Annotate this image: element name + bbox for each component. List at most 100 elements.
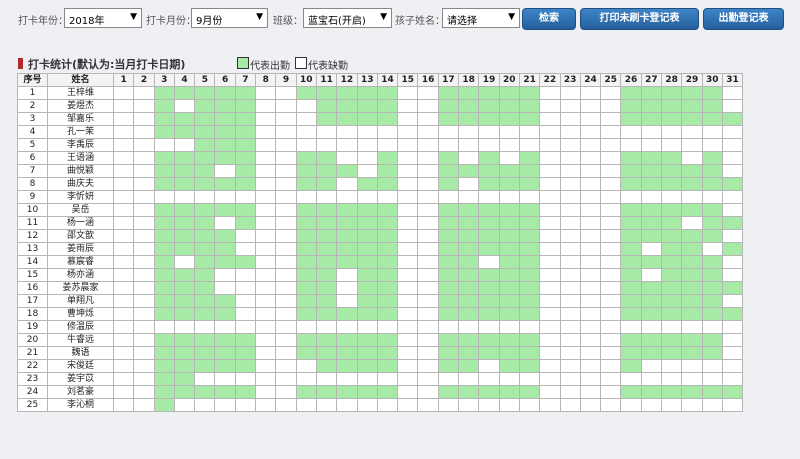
year-select[interactable]: 2018年 ▼: [64, 8, 142, 28]
attendance-cell-present: [437, 99, 460, 113]
attendance-cell-absent: [681, 398, 703, 412]
attendance-cell-absent: [539, 385, 561, 399]
attendance-cell-absent: [255, 359, 277, 373]
student-name: 宋俊廷: [47, 359, 114, 373]
table-row: 17 单翔凡: [17, 294, 744, 308]
attendance-cell-absent: [721, 138, 744, 152]
attendance-cell-absent: [376, 138, 399, 152]
attendance-cell-absent: [681, 125, 703, 139]
col-header-day-14: 14: [376, 73, 399, 87]
attendance-cell-absent: [579, 268, 602, 282]
class-select-value: 蓝宝石(开启): [308, 16, 366, 27]
attendance-cell-present: [194, 86, 216, 100]
attendance-cell-present: [478, 86, 500, 100]
print-missing-card-button[interactable]: 打印未刷卡登记表: [580, 8, 699, 30]
attendance-cell-absent: [112, 372, 135, 386]
attendance-cell-present: [498, 112, 520, 126]
attendance-register-button[interactable]: 出勤登记表: [703, 8, 784, 30]
attendance-cell-present: [640, 203, 663, 217]
attendance-cell-absent: [559, 125, 581, 139]
attendance-cell-absent: [478, 138, 500, 152]
attendance-cell-present: [376, 177, 399, 191]
attendance-cell-present: [234, 99, 257, 113]
table-row: 6 王语涵: [17, 151, 744, 165]
attendance-cell-absent: [579, 164, 602, 178]
search-button[interactable]: 检索: [522, 8, 576, 30]
attendance-cell-absent: [336, 138, 358, 152]
attendance-cell-absent: [681, 359, 703, 373]
attendance-cell-absent: [234, 372, 257, 386]
attendance-cell-present: [640, 151, 663, 165]
year-select-value: 2018年: [69, 16, 105, 27]
attendance-cell-absent: [255, 99, 277, 113]
legend-absent-label: 代表缺勤: [308, 61, 348, 72]
row-index: 17: [17, 294, 48, 308]
attendance-cell-absent: [478, 255, 500, 269]
attendance-cell-absent: [437, 320, 460, 334]
attendance-cell-absent: [275, 307, 297, 321]
attendance-cell-present: [701, 229, 723, 243]
attendance-cell-absent: [600, 242, 622, 256]
attendance-cell-present: [173, 229, 196, 243]
attendance-cell-absent: [701, 125, 723, 139]
attendance-cell-present: [194, 307, 216, 321]
attendance-cell-absent: [539, 177, 561, 191]
attendance-cell-absent: [275, 216, 297, 230]
attendance-cell-absent: [356, 164, 378, 178]
attendance-cell-present: [640, 177, 663, 191]
attendance-cell-present: [315, 203, 338, 217]
attendance-cell-present: [661, 86, 683, 100]
attendance-cell-absent: [112, 151, 135, 165]
attendance-cell-present: [194, 216, 216, 230]
attendance-cell-present: [640, 112, 663, 126]
student-name: 魏语: [47, 346, 114, 360]
attendance-cell-absent: [356, 138, 378, 152]
attendance-cell-absent: [315, 190, 338, 204]
attendance-cell-present: [214, 138, 236, 152]
col-header-day-15: 15: [397, 73, 419, 87]
attendance-cell-absent: [112, 112, 135, 126]
attendance-cell-present: [721, 112, 744, 126]
row-index: 2: [17, 99, 48, 113]
attendance-cell-present: [214, 125, 236, 139]
student-name: 姜宇苡: [47, 372, 114, 386]
attendance-cell-present: [437, 151, 460, 165]
attendance-cell-present: [437, 294, 460, 308]
attendance-cell-absent: [255, 398, 277, 412]
attendance-cell-present: [336, 385, 358, 399]
attendance-cell-present: [153, 333, 175, 347]
child-name-select[interactable]: 请选择 ▼: [442, 8, 520, 28]
attendance-cell-absent: [721, 229, 744, 243]
class-select[interactable]: 蓝宝石(开启) ▼: [303, 8, 392, 28]
attendance-cell-absent: [518, 190, 541, 204]
attendance-cell-absent: [255, 333, 277, 347]
attendance-cell-absent: [417, 99, 439, 113]
attendance-cell-present: [478, 177, 500, 191]
attendance-cell-present: [620, 281, 642, 295]
col-header-day-25: 25: [600, 73, 622, 87]
attendance-cell-present: [661, 242, 683, 256]
attendance-cell-present: [458, 281, 480, 295]
attendance-cell-present: [376, 203, 399, 217]
attendance-cell-present: [661, 385, 683, 399]
attendance-cell-present: [437, 86, 460, 100]
attendance-cell-absent: [579, 294, 602, 308]
attendance-cell-present: [478, 99, 500, 113]
attendance-cell-present: [661, 333, 683, 347]
attendance-cell-present: [376, 281, 399, 295]
attendance-cell-present: [356, 333, 378, 347]
attendance-cell-absent: [539, 164, 561, 178]
attendance-cell-absent: [559, 385, 581, 399]
student-name: 李忻妍: [47, 190, 114, 204]
attendance-cell-present: [498, 333, 520, 347]
attendance-cell-absent: [579, 359, 602, 373]
attendance-cell-absent: [661, 372, 683, 386]
attendance-cell-present: [458, 255, 480, 269]
attendance-cell-absent: [498, 151, 520, 165]
attendance-cell-absent: [539, 229, 561, 243]
attendance-cell-present: [295, 151, 317, 165]
attendance-cell-absent: [112, 385, 135, 399]
attendance-cell-absent: [681, 138, 703, 152]
attendance-cell-absent: [112, 177, 135, 191]
month-select[interactable]: 9月份 ▼: [191, 8, 268, 28]
